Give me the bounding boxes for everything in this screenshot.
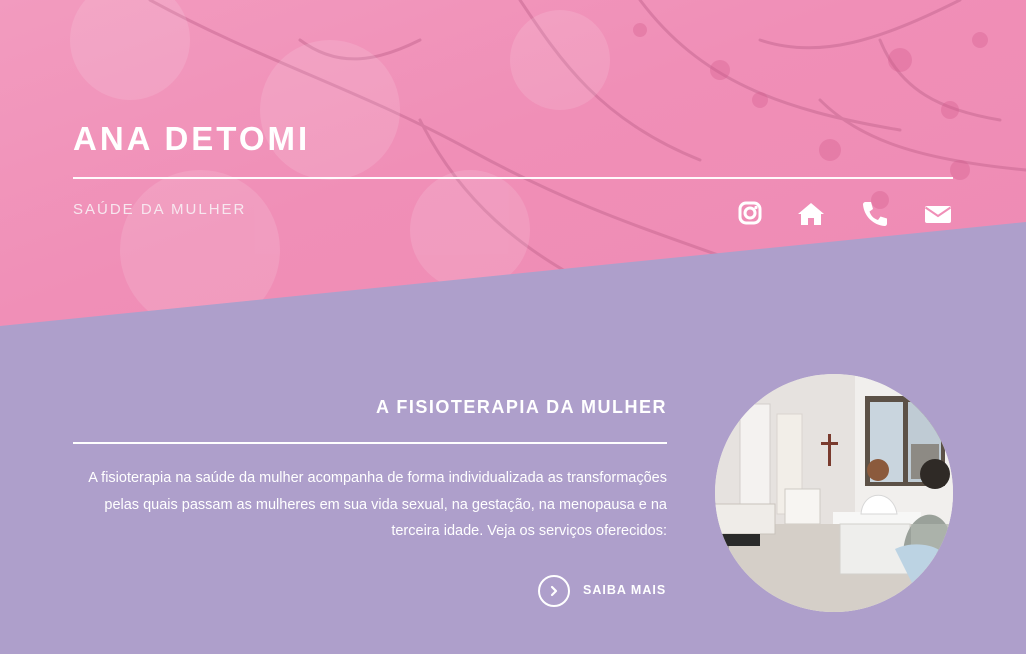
envelope-icon[interactable] [923, 199, 953, 229]
site-title[interactable]: ANA DETOMI [73, 120, 310, 158]
hero-banner: ANA DETOMI SAÚDE DA MULHER [0, 0, 1026, 326]
section-description: A fisioterapia na saúde da mulher acompa… [88, 470, 667, 539]
title-divider [73, 177, 953, 179]
phone-icon[interactable] [860, 199, 890, 229]
clinic-photo [715, 374, 953, 612]
social-links [730, 199, 960, 229]
site-tagline: SAÚDE DA MULHER [73, 201, 247, 218]
saiba-mais-label: SAIBA MAIS [583, 583, 667, 597]
chevron-right-icon [538, 575, 570, 607]
section-title: A FISIOTERAPIA DA MULHER [376, 397, 667, 417]
section-divider [73, 442, 667, 444]
saiba-mais-button[interactable]: SAIBA MAIS [538, 575, 668, 607]
cherry-blossom-background [70, 0, 1026, 326]
instagram-icon[interactable] [735, 199, 765, 229]
home-icon[interactable] [796, 199, 826, 229]
